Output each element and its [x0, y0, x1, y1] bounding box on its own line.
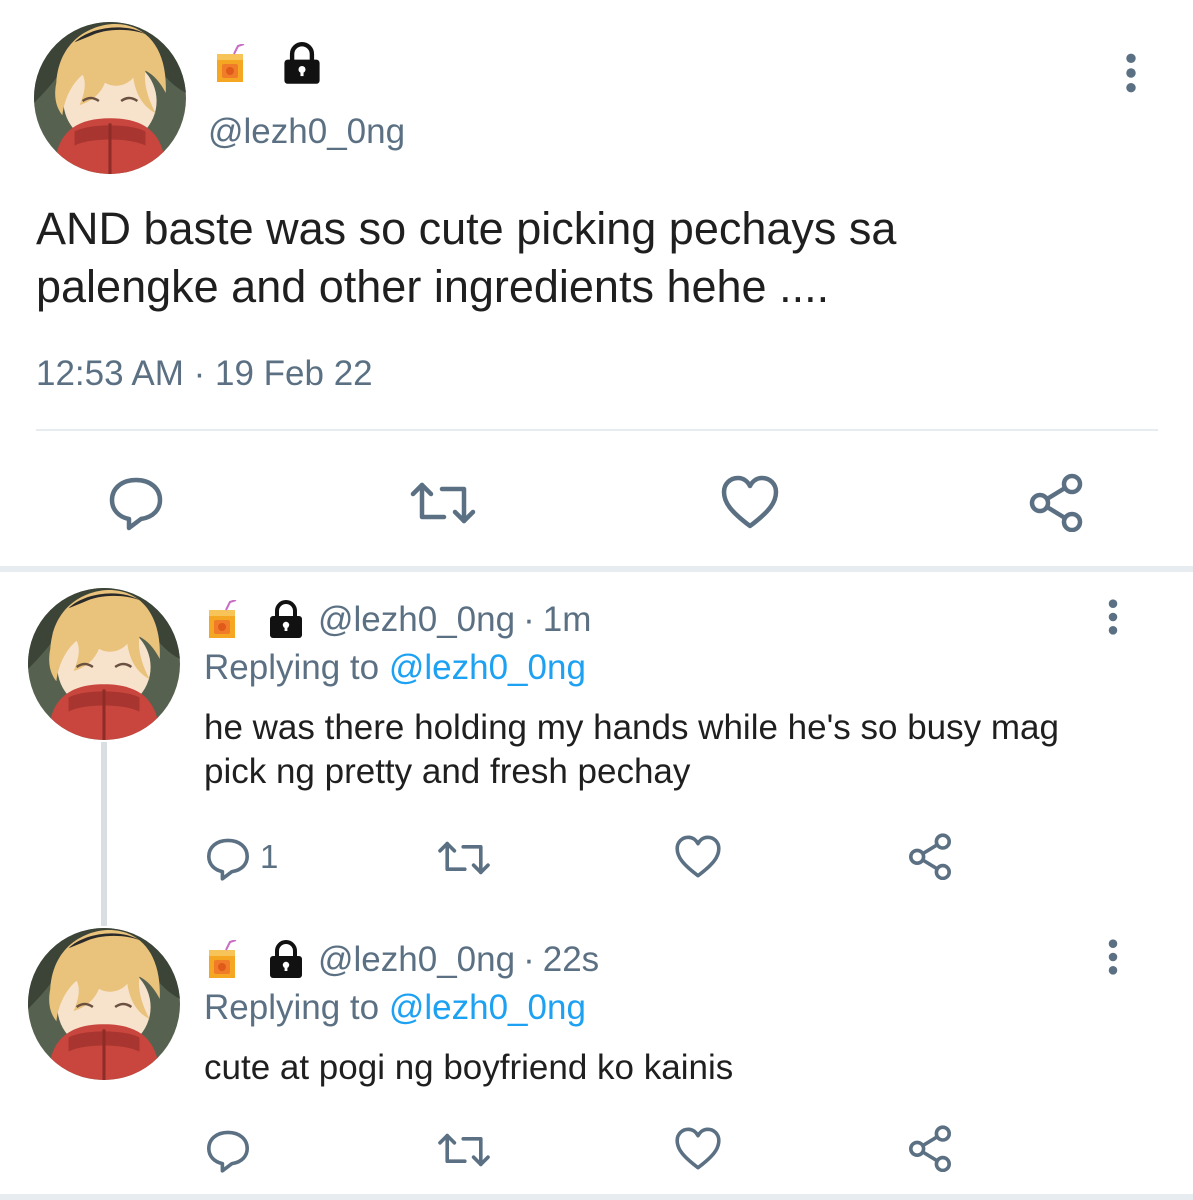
juice-box-icon: [206, 600, 240, 640]
author-handle[interactable]: @lezh0_0ng: [318, 600, 515, 640]
avatar[interactable]: [28, 588, 180, 740]
reply-icon[interactable]: [204, 834, 252, 882]
replying-to: Replying to @lezh0_0ng: [204, 988, 586, 1028]
author-handle[interactable]: @lezh0_0ng: [208, 112, 405, 152]
reply-text-line: cute at pogi ng boyfriend ko kainis: [204, 1048, 734, 1087]
retweet-icon[interactable]: [436, 834, 492, 882]
retweet-icon[interactable]: [436, 1126, 492, 1174]
divider: [0, 566, 1193, 572]
more-options-icon[interactable]: [1118, 52, 1144, 94]
reply-header[interactable]: @lezh0_0ng · 1m: [206, 598, 591, 642]
tweet-text: AND baste was so cute picking pechays sa…: [36, 200, 1136, 316]
tweet-date: 19 Feb 22: [215, 354, 373, 393]
share-icon[interactable]: [1026, 472, 1086, 532]
lock-icon: [266, 600, 306, 640]
tweet-text-line: palengke and other ingredients hehe ....: [36, 261, 830, 312]
reply-icon[interactable]: [106, 472, 166, 532]
tweet-timestamp[interactable]: 12:53 AM · 19 Feb 22: [36, 354, 373, 394]
like-icon[interactable]: [674, 1126, 722, 1171]
replying-to: Replying to @lezh0_0ng: [204, 648, 586, 688]
like-icon[interactable]: [720, 474, 780, 530]
juice-box-icon: [206, 940, 240, 980]
divider: [0, 1194, 1193, 1200]
more-options-icon[interactable]: [1102, 938, 1124, 976]
reply-header[interactable]: @lezh0_0ng · 22s: [206, 938, 599, 982]
reply-icon[interactable]: [204, 1126, 252, 1174]
tweet-text-line: AND baste was so cute picking pechays sa: [36, 203, 897, 254]
share-icon[interactable]: [906, 1124, 954, 1172]
reply-text: cute at pogi ng boyfriend ko kainis: [204, 1046, 1164, 1090]
divider: [36, 429, 1158, 431]
display-name-row[interactable]: [214, 42, 324, 86]
reply-count: 1: [260, 838, 279, 875]
separator-dot: ·: [193, 354, 206, 393]
reply-text: he was there holding my hands while he's…: [204, 706, 1164, 794]
share-icon[interactable]: [906, 832, 954, 880]
replying-label: Replying to: [204, 648, 380, 687]
lock-icon: [280, 42, 324, 86]
like-icon[interactable]: [674, 834, 722, 879]
juice-box-icon: [214, 43, 248, 85]
avatar[interactable]: [28, 928, 180, 1080]
avatar[interactable]: [34, 22, 186, 174]
mention-link[interactable]: @lezh0_0ng: [389, 988, 586, 1027]
reply-time[interactable]: 22s: [543, 940, 599, 980]
separator-dot: ·: [523, 600, 535, 639]
more-options-icon[interactable]: [1102, 598, 1124, 636]
separator-dot: ·: [523, 940, 535, 979]
reply-time[interactable]: 1m: [543, 600, 592, 640]
lock-icon: [266, 940, 306, 980]
mention-link[interactable]: @lezh0_0ng: [389, 648, 586, 687]
retweet-icon[interactable]: [408, 473, 478, 533]
reply-text-line: he was there holding my hands while he's…: [204, 708, 1059, 747]
thread-line: [101, 742, 107, 926]
tweet-time: 12:53 AM: [36, 354, 184, 393]
author-handle[interactable]: @lezh0_0ng: [318, 940, 515, 980]
replying-label: Replying to: [204, 988, 380, 1027]
reply-text-line: pick ng pretty and fresh pechay: [204, 752, 691, 791]
